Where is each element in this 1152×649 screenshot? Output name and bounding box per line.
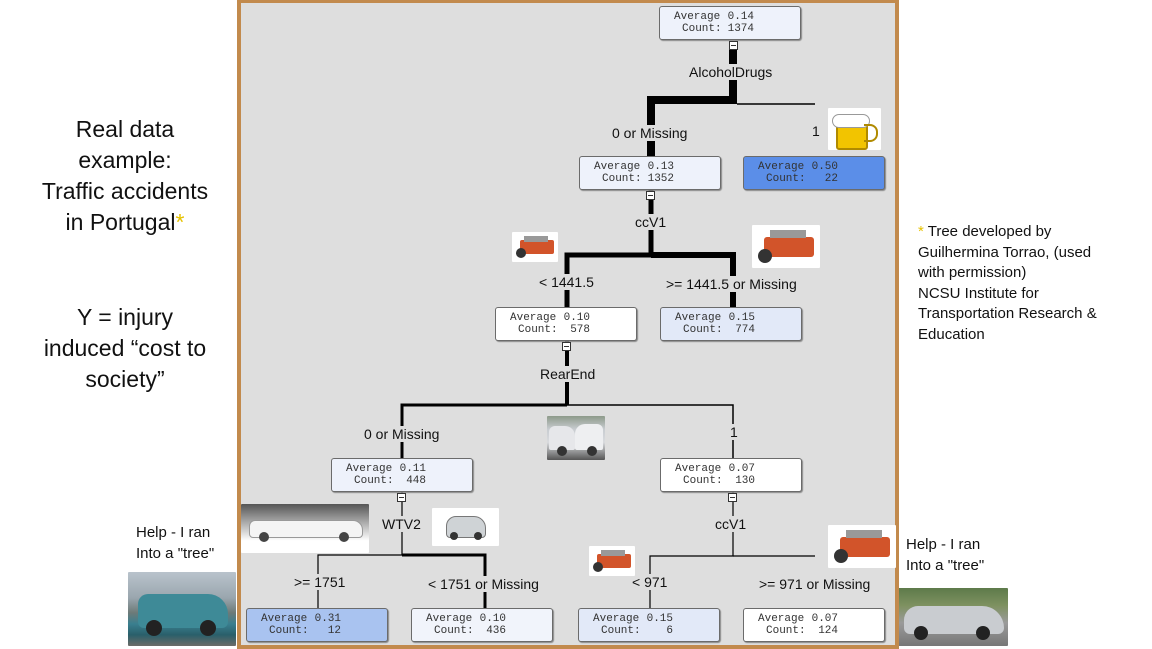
engine-icon	[828, 525, 896, 568]
branch-label: >= 971 or Missing	[759, 576, 871, 592]
split-variable-label: ccV1	[635, 214, 667, 230]
tree-node-rearend-1[interactable]: Average 0.07 Count: 130	[660, 458, 802, 492]
engine-icon	[512, 232, 558, 262]
tree-node-wtv2-lt[interactable]: Average 0.10 Count: 436	[411, 608, 553, 642]
branch-label: < 1751 or Missing	[428, 576, 539, 592]
branch-label: 1	[812, 123, 820, 139]
tree-node-ccv1b-ge[interactable]: Average 0.07 Count: 124	[743, 608, 885, 642]
split-variable-label: WTV2	[382, 516, 421, 532]
connector	[647, 44, 737, 160]
crashed-cars-photo	[547, 416, 605, 460]
collapse-toggle-icon[interactable]	[729, 41, 738, 50]
tree-node-ccv1-lt[interactable]: Average 0.10 Count: 578	[495, 307, 637, 341]
engine-icon	[752, 225, 820, 268]
branch-label: 0 or Missing	[364, 426, 440, 442]
engine-icon	[589, 546, 635, 576]
branch-label: 0 or Missing	[612, 125, 688, 141]
collapse-toggle-icon[interactable]	[562, 342, 571, 351]
branch-label: < 1441.5	[539, 274, 594, 290]
split-variable-label: ccV1	[715, 516, 747, 532]
branch-label: >= 1441.5 or Missing	[666, 276, 797, 292]
collapse-toggle-icon[interactable]	[728, 493, 737, 502]
tree-node-ccv1b-lt[interactable]: Average 0.15 Count: 6	[578, 608, 720, 642]
collapse-toggle-icon[interactable]	[397, 493, 406, 502]
tree-node-ccv1-ge[interactable]: Average 0.15 Count: 774	[660, 307, 802, 341]
beer-mug-icon	[828, 108, 881, 150]
tree-node-rearend-0[interactable]: Average 0.11 Count: 448	[331, 458, 473, 492]
tree-node-root[interactable]: Average 0.14 Count: 1374	[659, 6, 801, 40]
tree-node-wtv2-ge[interactable]: Average 0.31 Count: 12	[246, 608, 388, 642]
tree-node-alcohol-0-or-missing[interactable]: Average 0.13 Count: 1352	[579, 156, 721, 190]
smart-car-photo	[432, 508, 499, 546]
limousine-photo	[241, 504, 369, 553]
collapse-toggle-icon[interactable]	[646, 191, 655, 200]
branch-label: 1	[730, 424, 738, 440]
connector	[649, 492, 734, 608]
tree-node-alcohol-1[interactable]: Average 0.50 Count: 22	[743, 156, 885, 190]
branch-label: < 971	[632, 574, 668, 590]
connector	[564, 190, 654, 308]
split-variable-label: RearEnd	[540, 366, 596, 382]
branch-label: >= 1751	[294, 574, 346, 590]
split-variable-label: AlcoholDrugs	[689, 64, 773, 80]
